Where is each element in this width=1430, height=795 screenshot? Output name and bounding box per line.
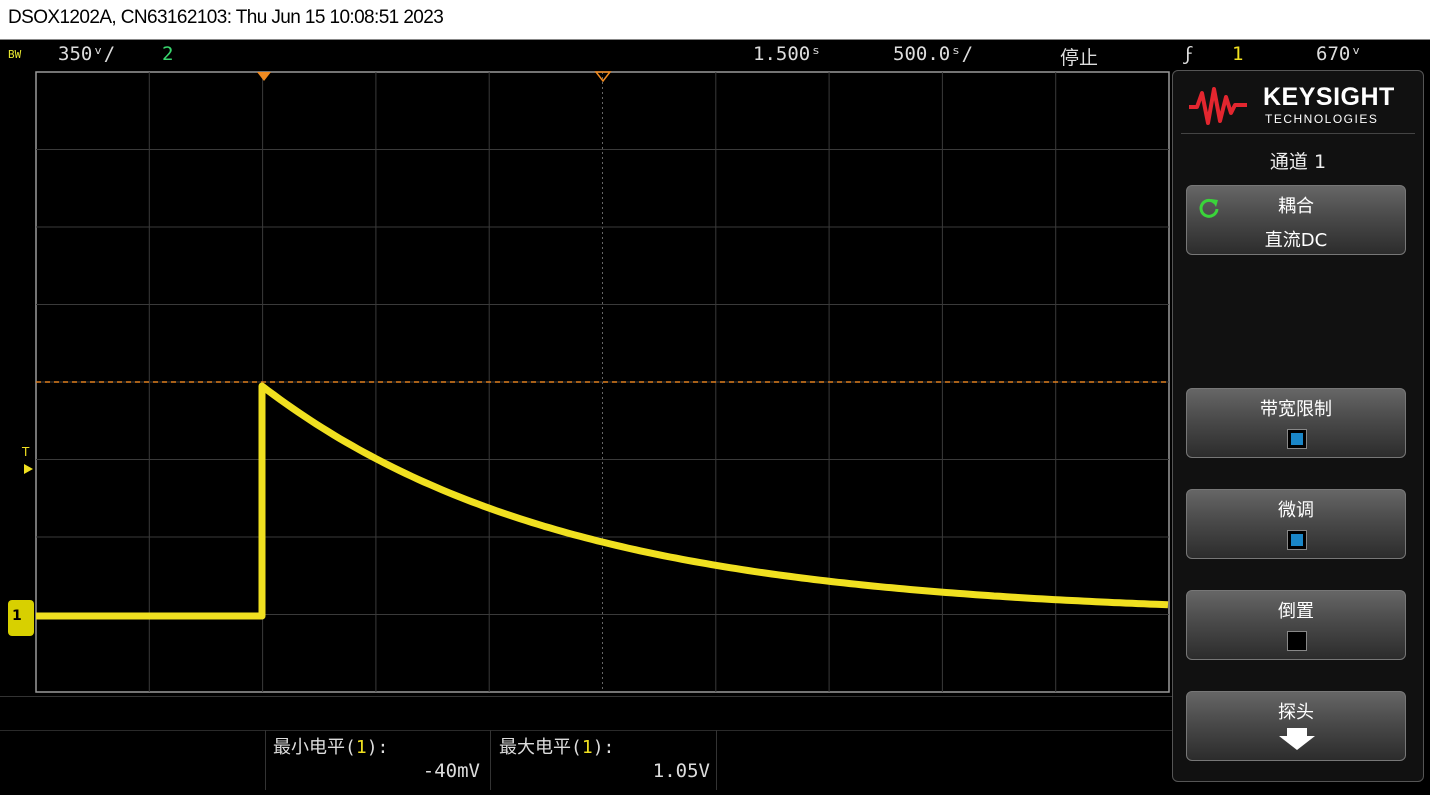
arrow-down-icon [1279,728,1315,750]
trigger-slope-icon: ϝ [1183,43,1195,65]
trigger-position-marker [257,72,271,81]
bw-limit-checkbox[interactable] [1287,429,1307,449]
probe-label: 探头 [1278,702,1314,723]
measurement-min-value: -40mV [422,760,480,782]
run-state: 停止 [1060,47,1099,69]
channel2-label[interactable]: 2 [162,43,173,65]
window-title-bar: DSOX1202A, CN63162103: Thu Jun 15 10:08:… [0,0,1430,40]
keysight-logo: KEYSIGHT TECHNOLOGIES [1187,83,1409,133]
bw-limit-label: 带宽限制 [1260,399,1332,420]
invert-label: 倒置 [1278,601,1314,622]
softkey-panel: KEYSIGHT TECHNOLOGIES 通道 1 耦合 直流DC 带宽限制 … [1172,70,1424,782]
measurement-bar: 最小电平(1): -40mV 最大电平(1): 1.05V [0,696,1172,795]
fine-checkbox[interactable] [1287,530,1307,550]
time-offset[interactable]: 1.500ˢ [753,43,822,65]
panel-title: 通道 1 [1269,151,1327,173]
measurement-max-label: 最大电平(1): [499,737,615,758]
trigger-level-marker [24,464,33,474]
fine-softkey[interactable]: 微调 [1186,489,1406,559]
measurement-max-value: 1.05V [652,760,710,782]
bw-limit-indicator: BW [8,48,22,61]
coupling-label: 耦合 [1278,196,1314,217]
time-scale[interactable]: 500.0ˢ/ [893,43,973,65]
invert-checkbox[interactable] [1287,631,1307,651]
probe-softkey[interactable]: 探头 [1186,691,1406,761]
trigger-source[interactable]: 1 [1232,43,1243,65]
window-title: DSOX1202A, CN63162103: Thu Jun 15 10:08:… [8,7,444,28]
trigger-level[interactable]: 670ᵛ [1316,43,1362,65]
status-bar: BW 350ᵛ/ 2 1.500ˢ 500.0ˢ/ 停止 ϝ 1 670ᵛ [0,40,1430,70]
channel1-trace [36,382,1169,620]
waveform-graticule: T [21,71,1170,693]
trigger-marker-label: T [21,445,30,459]
channel1-ground-marker[interactable]: 1 [8,600,34,636]
invert-softkey[interactable]: 倒置 [1186,590,1406,660]
waveform-display[interactable]: T 1 [0,70,1172,694]
channel1-scale[interactable]: 350ᵛ/ [58,43,115,65]
coupling-value: 直流DC [1264,230,1328,251]
keysight-wave-icon [1189,87,1247,125]
bw-limit-softkey[interactable]: 带宽限制 [1186,388,1406,458]
fine-label: 微调 [1278,500,1314,521]
coupling-softkey[interactable]: 耦合 直流DC [1186,185,1406,255]
measurement-min-label: 最小电平(1): [273,737,389,758]
